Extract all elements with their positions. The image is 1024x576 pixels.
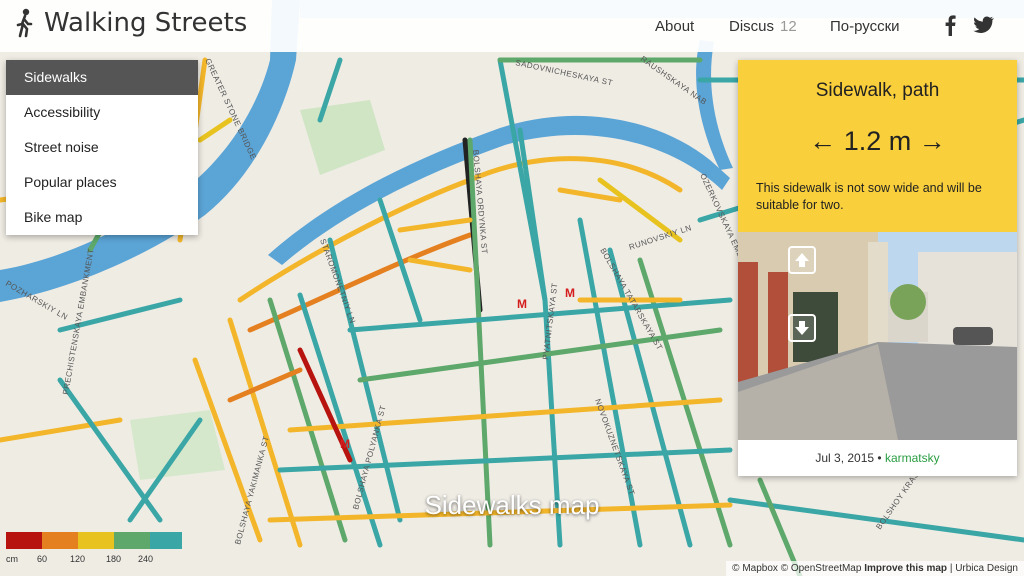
legend-swatch — [42, 532, 78, 549]
park — [300, 100, 385, 175]
panel-title: Sidewalk, path — [815, 80, 940, 101]
nav-discus-label: Discus — [729, 18, 775, 35]
photo-caption: Jul 3, 2015 • karmatsky — [738, 440, 1017, 476]
nav-russian-link[interactable]: По-русски — [830, 18, 900, 35]
photo-prev-button[interactable] — [788, 246, 816, 274]
panel-header: Sidewalk, path ← 1.2 m → This sidewalk i… — [738, 60, 1017, 232]
metro-icon: M — [517, 297, 527, 311]
legend-tick: 240 — [138, 554, 154, 564]
menu-item-accessibility[interactable]: Accessibility — [6, 95, 198, 130]
map-attribution: © Mapbox © OpenStreetMap Improve this ma… — [726, 561, 1024, 576]
legend-unit: cm — [6, 554, 18, 564]
nav-discus-link[interactable]: Discus 12 — [729, 18, 797, 35]
photo-next-button[interactable] — [788, 314, 816, 342]
menu-item-sidewalks[interactable]: Sidewalks — [6, 60, 198, 95]
menu-item-bike-map[interactable]: Bike map — [6, 200, 198, 235]
legend-tick: 180 — [106, 554, 122, 564]
arrow-up-icon — [795, 253, 809, 267]
mapbox-link[interactable]: © Mapbox — [732, 563, 778, 574]
sidewalk-info-panel: Sidewalk, path ← 1.2 m → This sidewalk i… — [738, 60, 1017, 476]
panel-description: This sidewalk is not sow wide and will b… — [756, 181, 982, 212]
street-photo — [738, 232, 1017, 440]
legend-swatch — [150, 532, 182, 549]
urbica-link[interactable]: | Urbica Design — [950, 563, 1018, 574]
legend-swatch — [6, 532, 42, 549]
map-title: Sidewalks map — [424, 490, 600, 520]
arrow-down-icon — [795, 321, 809, 335]
header: Walking Streets About Discus 12 По-русски — [0, 0, 1024, 52]
park-south — [130, 410, 225, 480]
legend-swatch — [78, 532, 114, 549]
app-title: Walking Streets — [44, 8, 248, 38]
street-photo-image — [738, 232, 1017, 440]
facebook-icon[interactable] — [940, 14, 962, 36]
street-label: SADOVNICHESKAYA ST — [515, 58, 614, 87]
twitter-icon[interactable] — [972, 14, 994, 36]
menu-item-popular-places[interactable]: Popular places — [6, 165, 198, 200]
walking-person-icon — [16, 8, 33, 38]
photo-date: Jul 3, 2015 • — [815, 451, 882, 465]
photo-author-link[interactable]: karmatsky — [885, 451, 940, 465]
legend-tick: 120 — [70, 554, 86, 564]
legend-swatch — [114, 532, 150, 549]
menu-item-street-noise[interactable]: Street noise — [6, 130, 198, 165]
logo[interactable]: Walking Streets — [14, 8, 247, 38]
osm-link[interactable]: © OpenStreetMap — [781, 563, 862, 574]
improve-map-link[interactable]: Improve this map — [864, 563, 947, 574]
sidewalk-width: ← 1.2 m → — [809, 126, 946, 156]
metro-icon: M — [340, 437, 350, 451]
metro-icon: M — [565, 286, 575, 300]
street-label: STAROMONETNIY LN — [318, 238, 357, 325]
width-legend: cm 60 120 180 240 — [4, 530, 184, 570]
layer-menu: Sidewalks Accessibility Street noise Pop… — [6, 60, 198, 235]
nav-about-link[interactable]: About — [655, 18, 694, 35]
discus-count: 12 — [780, 18, 797, 35]
legend-tick: 60 — [37, 554, 48, 564]
